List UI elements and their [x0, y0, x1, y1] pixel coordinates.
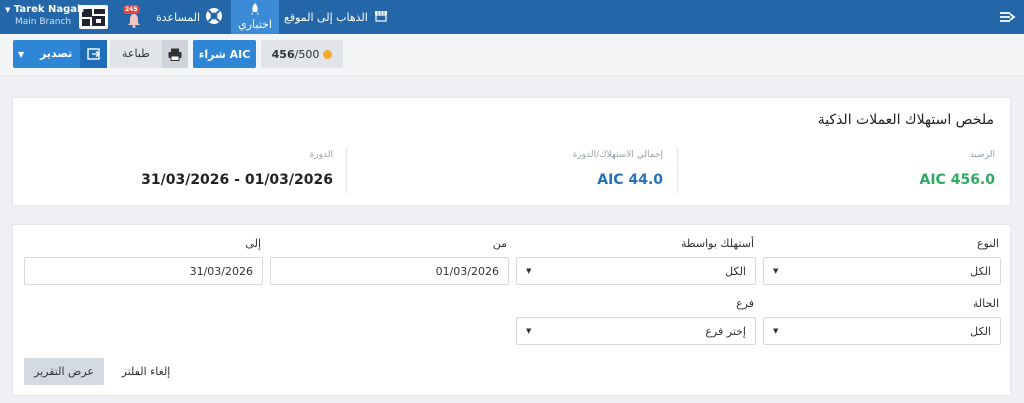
try-label: اختباري [238, 18, 272, 31]
status-select[interactable]: ▼ الكل [763, 317, 1001, 345]
rocket-icon [250, 3, 260, 18]
caret-icon: ▼ [5, 6, 11, 14]
status-select-value: الكل [970, 325, 991, 338]
consumption-value: AIC 44.0 [597, 172, 663, 188]
summary-card: ملخص استهلاك العملات الذكية الرصيد AIC 4… [12, 97, 1011, 206]
reset-filter-button[interactable]: إلغاء الفلتر [113, 358, 179, 385]
buy-aic-button[interactable]: شراء AIC [193, 40, 256, 68]
notifications-button[interactable]: 245 [123, 5, 143, 29]
goto-site-label: الذهاب إلى الموقع [284, 10, 368, 24]
user-branch: Main Branch [15, 17, 72, 27]
help-link[interactable]: المساعدة [156, 0, 223, 34]
filter-card: النوع أستهلك بواسطة من إلى ▼ الكل ▼ الكل… [12, 224, 1011, 396]
branch-select[interactable]: ▼ إختر فرع [516, 317, 756, 345]
store-icon [374, 10, 388, 25]
chevron-down-icon: ▼ [773, 267, 779, 275]
type-label: النوع [977, 237, 999, 250]
export-icon [80, 40, 107, 68]
chevron-down-icon: ▼ [18, 50, 25, 59]
credit-total: /500 [294, 47, 320, 61]
period-value: 31/03/2026 - 01/03/2026 [141, 172, 333, 188]
date-from-value: 01/03/2026 [435, 265, 499, 278]
menu-toggle-icon[interactable] [998, 8, 1016, 26]
chevron-down-icon: ▼ [526, 267, 532, 275]
goto-site-link[interactable]: الذهاب إلى الموقع [284, 0, 388, 34]
print-label: طباعة [122, 47, 150, 60]
credit-indicator: 456/500 [261, 40, 343, 68]
balance-value: AIC 456.0 [919, 172, 995, 188]
consumed-by-select-value: الكل [725, 265, 746, 278]
action-bar: ▼ تصدير طباعة شراء AIC 456/500 [0, 34, 1024, 76]
to-label: إلى [245, 237, 261, 250]
consumption-label: إجمالي الاستهلاك/الدورة [572, 150, 663, 160]
chevron-down-icon: ▼ [773, 327, 779, 335]
lifebuoy-icon [205, 7, 223, 28]
try-mode-button[interactable]: اختباري [231, 0, 279, 34]
user-menu[interactable]: ▼ Tarek Nagah Main Branch [5, 4, 84, 28]
printer-icon [162, 40, 188, 68]
credit-used: 456 [271, 47, 295, 61]
coin-icon [323, 49, 333, 59]
consumed-by-label: أستهلك بواسطة [680, 237, 754, 250]
consumption-stat: إجمالي الاستهلاك/الدورة AIC 44.0 [353, 150, 663, 196]
top-navbar: الذهاب إلى الموقع اختباري المساعدة 245 ▼… [0, 0, 1024, 34]
status-label: الحالة [972, 297, 999, 310]
from-label: من [492, 237, 507, 250]
date-from-input[interactable]: 01/03/2026 [270, 257, 509, 285]
period-label: الدورة [309, 150, 333, 160]
export-label: تصدير [40, 47, 73, 60]
type-select[interactable]: ▼ الكل [763, 257, 1001, 285]
summary-title: ملخص استهلاك العملات الذكية [817, 112, 994, 128]
period-stat: الدورة 31/03/2026 - 01/03/2026 [23, 150, 333, 196]
help-label: المساعدة [156, 10, 201, 24]
balance-stat: الرصيد AIC 456.0 [685, 150, 995, 196]
export-button[interactable]: ▼ تصدير [13, 40, 107, 68]
consumed-by-select[interactable]: ▼ الكل [516, 257, 756, 285]
type-select-value: الكل [970, 265, 991, 278]
user-name: Tarek Nagah [13, 4, 85, 15]
date-to-input[interactable]: 31/03/2026 [24, 257, 263, 285]
branch-label: فرع [736, 297, 754, 310]
print-button[interactable]: طباعة [110, 40, 188, 68]
bell-icon [127, 13, 141, 32]
branch-select-placeholder: إختر فرع [705, 325, 746, 338]
divider [677, 148, 678, 194]
notification-count-badge: 245 [123, 5, 140, 14]
show-report-button[interactable]: عرض التقرير [24, 358, 104, 385]
balance-label: الرصيد [969, 150, 995, 160]
divider [346, 148, 347, 194]
chevron-down-icon: ▼ [526, 327, 532, 335]
date-to-value: 31/03/2026 [189, 265, 253, 278]
